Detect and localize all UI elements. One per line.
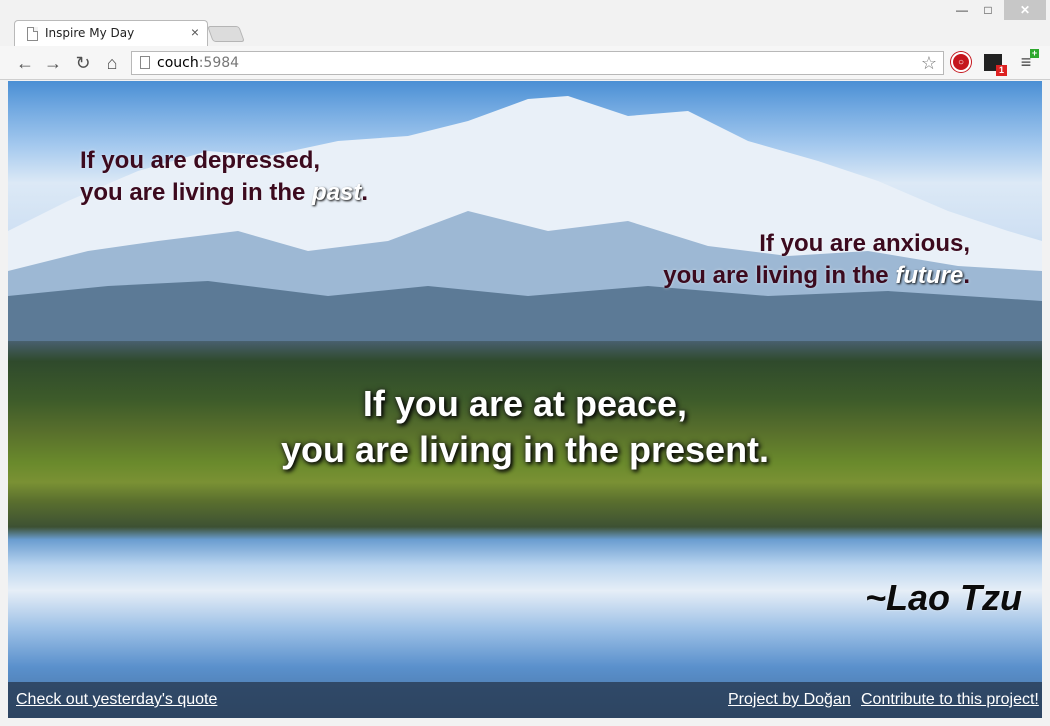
quote-future-line2: you are living in the future. [663, 260, 970, 292]
window-frame-right [1042, 81, 1050, 726]
page-icon [27, 27, 38, 41]
title-bar: Inspire My Day × — □ ✕ [0, 0, 1050, 48]
quote-present-line1: If you are at peace, [362, 383, 688, 424]
address-bar[interactable]: couch:5984 ☆ [131, 51, 944, 75]
browser-tab[interactable]: Inspire My Day × [14, 20, 208, 46]
back-icon[interactable]: ← [14, 52, 36, 74]
browser-toolbar: ← → ↻ ⌂ couch:5984 ☆ [0, 46, 1050, 80]
quote-future-prefix: you are living in the [663, 262, 896, 289]
forward-icon[interactable]: → [42, 52, 64, 74]
footer-bar: Check out yesterday's quote Project by D… [8, 682, 1042, 718]
url-port: :5984 [198, 55, 240, 71]
bookmark-star-icon[interactable]: ☆ [921, 53, 937, 74]
page-icon [140, 56, 150, 69]
reload-icon[interactable]: ↻ [72, 52, 94, 74]
page-background: If you are depressed, you are living in … [8, 81, 1042, 718]
mountain-illustration [8, 96, 1042, 341]
close-window-button[interactable]: ✕ [1004, 0, 1046, 20]
quote-author: ~Lao Tzu [864, 577, 1022, 618]
update-plus-icon: + [1030, 48, 1039, 58]
quote-future-line1: If you are anxious, [759, 230, 970, 257]
quote-present: If you are at peace, you are living in t… [8, 381, 1042, 473]
home-icon[interactable]: ⌂ [101, 52, 123, 74]
quote-future: If you are anxious, you are living in th… [663, 228, 970, 292]
quote-future-word: future [895, 262, 964, 289]
window-frame-bottom [0, 718, 1050, 726]
quote-past-word: past [312, 179, 362, 206]
quote-present-line2: you are living in the present. [280, 429, 770, 470]
new-tab-button[interactable] [207, 26, 245, 42]
extension-badge: 1 [996, 65, 1007, 76]
url-text: couch:5984 [157, 55, 239, 71]
tab-title: Inspire My Day [45, 26, 135, 40]
maximize-button[interactable]: □ [976, 0, 1000, 20]
quote-past-line2: you are living in the past. [80, 177, 368, 209]
adblock-extension-icon[interactable]: ○ [951, 52, 971, 72]
tab-close-icon[interactable]: × [191, 24, 199, 40]
quote-past-suffix: . [361, 179, 369, 206]
quote-past-prefix: you are living in the [80, 179, 313, 206]
quote-past: If you are depressed, you are living in … [80, 145, 368, 209]
url-host: couch [157, 55, 199, 71]
yesterday-quote-link[interactable]: Check out yesterday's quote [16, 691, 217, 709]
minimize-button[interactable]: — [950, 0, 974, 20]
project-by-link[interactable]: Project by Doğan [728, 691, 851, 709]
quote-past-line1: If you are depressed, [80, 147, 321, 174]
quote-future-suffix: . [963, 262, 970, 289]
contribute-link[interactable]: Contribute to this project! [861, 691, 1039, 709]
